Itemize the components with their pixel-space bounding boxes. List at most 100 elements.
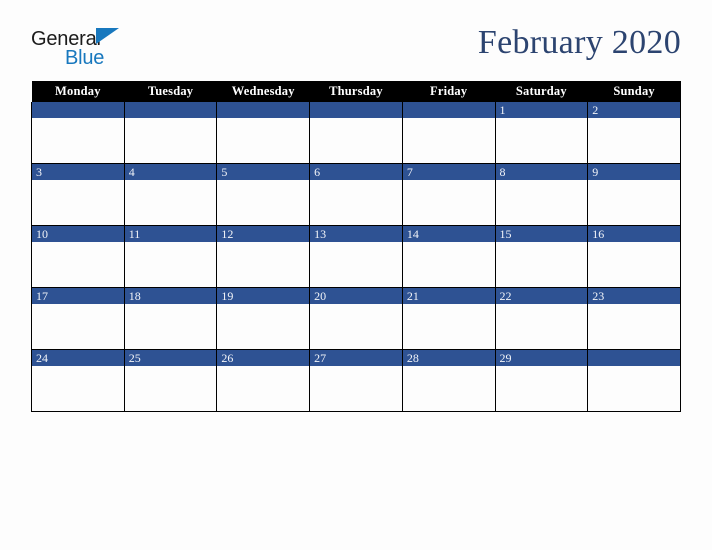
day-number: 5 xyxy=(217,164,310,180)
weekday-header-thursday: Thursday xyxy=(309,81,403,102)
day-body[interactable] xyxy=(496,242,588,287)
week-row: 10 11 12 13 14 15 16 xyxy=(31,225,681,288)
day-cell[interactable]: 7 xyxy=(401,163,496,226)
day-body[interactable] xyxy=(125,242,217,287)
day-body[interactable] xyxy=(403,180,495,225)
day-number: 22 xyxy=(495,288,588,304)
day-number: 4 xyxy=(124,164,217,180)
day-cell[interactable] xyxy=(401,102,496,164)
day-body[interactable] xyxy=(310,118,402,163)
triangle-icon xyxy=(96,28,119,44)
day-cell[interactable] xyxy=(216,102,311,164)
day-cell[interactable]: 24 xyxy=(31,349,125,412)
day-body[interactable] xyxy=(217,366,309,411)
day-cell[interactable]: 28 xyxy=(401,349,496,412)
day-cell[interactable]: 12 xyxy=(216,225,311,288)
day-cell[interactable]: 18 xyxy=(123,287,218,350)
day-body[interactable] xyxy=(588,118,680,163)
day-number: 11 xyxy=(124,226,217,242)
day-cell[interactable]: 19 xyxy=(216,287,311,350)
day-cell[interactable]: 2 xyxy=(587,102,681,164)
day-number: 26 xyxy=(217,350,310,366)
day-cell[interactable]: 1 xyxy=(494,102,589,164)
day-cell[interactable]: 25 xyxy=(123,349,218,412)
day-cell[interactable]: 21 xyxy=(401,287,496,350)
page-title: February 2020 xyxy=(477,24,681,61)
day-body[interactable] xyxy=(310,242,402,287)
day-cell[interactable]: 26 xyxy=(216,349,311,412)
day-cell[interactable]: 16 xyxy=(587,225,681,288)
day-body[interactable] xyxy=(403,118,495,163)
calendar-grid: Monday Tuesday Wednesday Thursday Friday… xyxy=(31,81,681,412)
weekday-header-sunday: Sunday xyxy=(587,81,681,102)
day-body[interactable] xyxy=(217,118,309,163)
day-body[interactable] xyxy=(403,242,495,287)
day-body[interactable] xyxy=(496,118,588,163)
day-body[interactable] xyxy=(496,304,588,349)
day-cell[interactable]: 11 xyxy=(123,225,218,288)
day-cell[interactable]: 20 xyxy=(309,287,403,350)
day-cell[interactable] xyxy=(123,102,218,164)
day-number xyxy=(588,350,680,366)
page-header: General Blue February 2020 xyxy=(0,0,712,81)
day-body[interactable] xyxy=(403,366,495,411)
day-body[interactable] xyxy=(496,180,588,225)
day-body[interactable] xyxy=(32,304,124,349)
day-number: 28 xyxy=(402,350,495,366)
day-number: 8 xyxy=(495,164,588,180)
day-body[interactable] xyxy=(217,180,309,225)
day-cell[interactable]: 29 xyxy=(494,349,589,412)
day-cell[interactable]: 9 xyxy=(587,163,681,226)
day-cell[interactable]: 10 xyxy=(31,225,125,288)
day-body[interactable] xyxy=(125,118,217,163)
day-body[interactable] xyxy=(588,366,680,411)
day-number xyxy=(217,102,310,118)
day-number: 13 xyxy=(310,226,402,242)
day-cell[interactable]: 4 xyxy=(123,163,218,226)
day-cell[interactable]: 23 xyxy=(587,287,681,350)
weekday-header-saturday: Saturday xyxy=(495,81,588,102)
day-body[interactable] xyxy=(588,242,680,287)
day-number: 10 xyxy=(32,226,124,242)
day-body[interactable] xyxy=(310,304,402,349)
day-number: 24 xyxy=(32,350,124,366)
day-body[interactable] xyxy=(588,304,680,349)
day-cell[interactable] xyxy=(309,102,403,164)
day-body[interactable] xyxy=(125,304,217,349)
day-body[interactable] xyxy=(403,304,495,349)
day-body[interactable] xyxy=(125,366,217,411)
week-row: 17 18 19 20 21 22 23 xyxy=(31,287,681,350)
day-cell[interactable]: 15 xyxy=(494,225,589,288)
day-cell[interactable]: 27 xyxy=(309,349,403,412)
day-cell[interactable]: 5 xyxy=(216,163,311,226)
day-cell[interactable]: 14 xyxy=(401,225,496,288)
day-body[interactable] xyxy=(32,366,124,411)
day-body[interactable] xyxy=(125,180,217,225)
day-cell[interactable]: 17 xyxy=(31,287,125,350)
day-number: 16 xyxy=(588,226,680,242)
day-body[interactable] xyxy=(588,180,680,225)
general-blue-logo: General Blue xyxy=(31,28,161,73)
day-number: 3 xyxy=(32,164,124,180)
day-body[interactable] xyxy=(32,118,124,163)
weekday-header-wednesday: Wednesday xyxy=(216,81,310,102)
day-body[interactable] xyxy=(310,180,402,225)
day-body[interactable] xyxy=(32,242,124,287)
day-number: 18 xyxy=(124,288,217,304)
day-cell[interactable] xyxy=(587,349,681,412)
day-number: 1 xyxy=(495,102,588,118)
week-row: 1 2 xyxy=(31,102,681,164)
week-row: 24 25 26 27 28 29 xyxy=(31,349,681,412)
day-number xyxy=(124,102,217,118)
day-cell[interactable]: 8 xyxy=(494,163,589,226)
day-body[interactable] xyxy=(217,304,309,349)
day-cell[interactable]: 22 xyxy=(494,287,589,350)
day-cell[interactable]: 3 xyxy=(31,163,125,226)
day-body[interactable] xyxy=(496,366,588,411)
day-cell[interactable]: 6 xyxy=(309,163,403,226)
day-cell[interactable]: 13 xyxy=(309,225,403,288)
day-body[interactable] xyxy=(217,242,309,287)
day-body[interactable] xyxy=(32,180,124,225)
day-body[interactable] xyxy=(310,366,402,411)
day-cell[interactable] xyxy=(31,102,125,164)
